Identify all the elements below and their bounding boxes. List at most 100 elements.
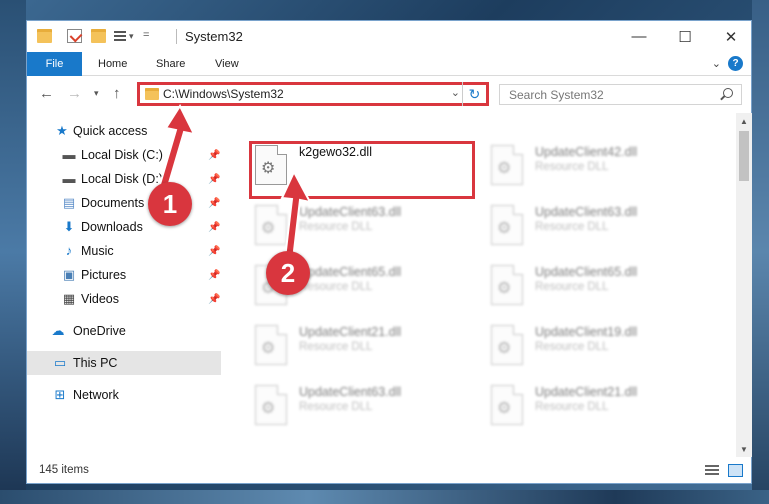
file-type: Resource DLL <box>535 161 609 173</box>
view-options-icon[interactable] <box>114 31 126 42</box>
desktop-background-bottom <box>0 490 769 504</box>
sidebar-item-this-pc[interactable]: ▭ This PC <box>27 351 221 375</box>
file-name: UpdateClient21.dll <box>535 385 638 399</box>
sidebar-item-label: Quick access <box>73 124 148 138</box>
sidebar-item-label: Network <box>73 388 119 402</box>
folder-icon <box>145 88 159 100</box>
tab-view[interactable]: View <box>215 52 239 76</box>
expand-ribbon-icon[interactable]: ⌄ <box>712 57 721 70</box>
file-name: UpdateClient19.dll <box>535 325 638 339</box>
scroll-up-icon[interactable]: ▲ <box>736 113 752 129</box>
file-item[interactable]: ⚙ UpdateClient42.dll Resource DLL <box>487 141 707 191</box>
chevron-down-icon[interactable]: ▾ <box>94 88 99 99</box>
large-icons-view-icon[interactable] <box>728 464 743 477</box>
file-name: UpdateClient63.dll <box>535 205 638 219</box>
details-view-icon[interactable] <box>705 465 719 476</box>
search-icon[interactable] <box>723 88 733 98</box>
file-name: UpdateClient63.dll <box>299 385 402 399</box>
up-arrow-icon[interactable]: ↑ <box>113 85 121 102</box>
search-placeholder[interactable]: Search System32 <box>509 88 604 102</box>
file-name: UpdateClient65.dll <box>535 265 638 279</box>
scroll-down-icon[interactable]: ▼ <box>736 441 752 457</box>
minimize-button[interactable]: — <box>616 21 662 52</box>
gear-icon: ⚙ <box>497 220 512 237</box>
file-type: Resource DLL <box>535 341 609 353</box>
item-count: 145 items <box>39 464 89 476</box>
refresh-button[interactable]: ↻ <box>462 82 486 106</box>
sidebar-item-downloads[interactable]: ⬇ Downloads 📌 <box>27 215 221 239</box>
file-name: UpdateClient21.dll <box>299 325 402 339</box>
file-item[interactable]: ⚙ UpdateClient63.dll Resource DLL <box>487 201 707 251</box>
desktop-background-right <box>752 0 769 504</box>
drive-icon: ▬ <box>62 147 76 162</box>
scrollbar-thumb[interactable] <box>739 131 749 181</box>
file-type: Resource DLL <box>535 401 609 413</box>
sidebar-item-music[interactable]: ♪ Music 📌 <box>27 239 221 263</box>
help-icon[interactable]: ? <box>728 56 743 71</box>
sidebar-item-network[interactable]: ⊞ Network <box>27 383 221 407</box>
sidebar-item-pictures[interactable]: ▣ Pictures 📌 <box>27 263 221 287</box>
desktop-background-left <box>0 0 26 504</box>
gear-icon: ⚙ <box>497 400 512 417</box>
sidebar-item-label: Music <box>81 244 114 258</box>
gear-icon: ⚙ <box>497 280 512 297</box>
pin-icon[interactable]: 📌 <box>208 198 220 209</box>
chevron-down-icon[interactable]: ⌄ <box>451 86 460 99</box>
new-folder-icon[interactable] <box>91 29 106 43</box>
ribbon: File Home Share View ⌄ ? <box>27 52 751 76</box>
music-icon: ♪ <box>65 243 73 258</box>
sidebar-item-label: Videos <box>81 292 119 306</box>
downloads-icon: ⬇ <box>63 219 75 234</box>
close-button[interactable]: ✕ <box>708 21 754 52</box>
sidebar-item-label: Documents <box>81 196 145 210</box>
pin-icon[interactable]: 📌 <box>208 294 220 305</box>
file-explorer-window: ▾ = System32 — ☐ ✕ File Home Share View … <box>26 20 752 484</box>
window-title: System32 <box>185 29 243 44</box>
sidebar-item-label: OneDrive <box>73 324 126 338</box>
title-bar: ▾ = System32 — ☐ ✕ <box>27 21 751 52</box>
tab-home[interactable]: Home <box>98 52 127 76</box>
file-type: Resource DLL <box>299 401 373 413</box>
refresh-icon: ↻ <box>468 85 481 102</box>
file-type: Resource DLL <box>535 221 609 233</box>
back-arrow-icon[interactable]: ← <box>39 85 54 102</box>
tab-file[interactable]: File <box>27 52 82 76</box>
pin-icon[interactable]: 📌 <box>208 174 220 185</box>
file-type: Resource DLL <box>299 281 373 293</box>
drive-icon: ▬ <box>62 171 76 186</box>
callout-badge-2: 2 <box>266 251 310 295</box>
file-item[interactable]: ⚙ UpdateClient65.dll Resource DLL <box>487 261 707 311</box>
tab-share[interactable]: Share <box>156 52 185 76</box>
file-item[interactable]: ⚙ UpdateClient19.dll Resource DLL <box>487 321 707 371</box>
folder-icon <box>37 29 52 43</box>
customize-toolbar-icon[interactable]: = <box>143 29 149 41</box>
gear-icon: ⚙ <box>497 340 512 357</box>
maximize-button[interactable]: ☐ <box>662 21 708 52</box>
sidebar-item-label: Downloads <box>81 220 143 234</box>
file-item[interactable]: ⚙ UpdateClient21.dll Resource DLL <box>251 321 471 371</box>
search-input[interactable]: Search System32 <box>499 84 742 105</box>
vertical-scrollbar[interactable]: ▲ ▼ <box>736 113 752 457</box>
file-item[interactable]: ⚙ UpdateClient21.dll Resource DLL <box>487 381 707 431</box>
gear-icon: ⚙ <box>261 400 276 417</box>
pin-icon[interactable]: 📌 <box>208 150 220 161</box>
status-bar: 145 items <box>27 459 751 483</box>
pin-icon[interactable]: 📌 <box>208 270 220 281</box>
forward-arrow-icon[interactable]: → <box>67 85 82 102</box>
file-type: Resource DLL <box>535 281 609 293</box>
gear-icon: ⚙ <box>497 160 512 177</box>
network-icon: ⊞ <box>54 387 66 402</box>
cloud-icon: ☁ <box>51 323 65 338</box>
file-item[interactable]: ⚙ UpdateClient63.dll Resource DLL <box>251 381 471 431</box>
sidebar-item-videos[interactable]: ▦ Videos 📌 <box>27 287 221 311</box>
pictures-icon: ▣ <box>62 267 76 282</box>
sidebar-item-onedrive[interactable]: ☁ OneDrive <box>27 319 221 343</box>
chevron-down-icon[interactable]: ▾ <box>129 31 134 42</box>
pin-icon[interactable]: 📌 <box>208 246 220 257</box>
address-path[interactable]: C:\Windows\System32 <box>163 87 284 101</box>
star-icon: ★ <box>56 123 68 138</box>
callout-badge-1: 1 <box>148 182 192 226</box>
pin-icon[interactable]: 📌 <box>208 222 220 233</box>
documents-icon: ▤ <box>62 195 76 210</box>
properties-icon[interactable] <box>67 29 82 43</box>
